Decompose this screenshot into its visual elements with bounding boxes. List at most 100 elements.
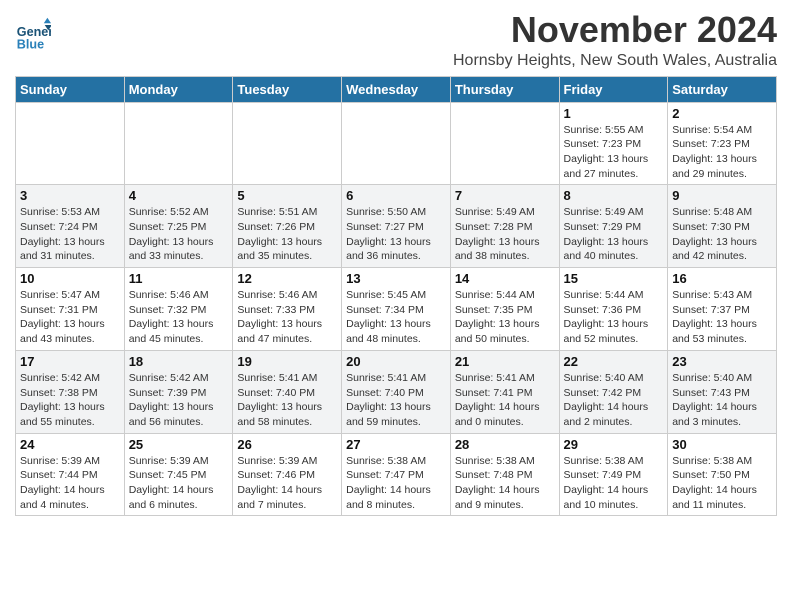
day-number: 12 bbox=[237, 271, 337, 286]
day-info: Sunrise: 5:49 AMSunset: 7:29 PMDaylight:… bbox=[564, 205, 664, 264]
day-number: 22 bbox=[564, 354, 664, 369]
day-number: 14 bbox=[455, 271, 555, 286]
day-info: Sunrise: 5:46 AMSunset: 7:32 PMDaylight:… bbox=[129, 288, 229, 347]
table-row bbox=[342, 102, 451, 185]
table-row: 15 Sunrise: 5:44 AMSunset: 7:36 PMDayligh… bbox=[559, 268, 668, 351]
table-row: 22 Sunrise: 5:40 AMSunset: 7:42 PMDayligh… bbox=[559, 350, 668, 433]
table-row: 8Sunrise: 5:49 AMSunset: 7:29 PMDaylight… bbox=[559, 185, 668, 268]
day-number: 30 bbox=[672, 437, 772, 452]
day-info: Sunrise: 5:55 AMSunset: 7:23 PMDaylight:… bbox=[564, 123, 664, 182]
week-row-1: 1 Sunrise: 5:55 AMSunset: 7:23 PMDaylight… bbox=[16, 102, 777, 185]
day-info: Sunrise: 5:53 AMSunset: 7:24 PMDaylight:… bbox=[20, 205, 120, 264]
table-row: 24 Sunrise: 5:39 AMSunset: 7:44 PMDayligh… bbox=[16, 433, 125, 516]
col-wednesday: Wednesday bbox=[342, 76, 451, 102]
day-number: 11 bbox=[129, 271, 229, 286]
table-row bbox=[233, 102, 342, 185]
day-number: 1 bbox=[564, 106, 664, 121]
table-row: 17Sunrise: 5:42 AMSunset: 7:38 PMDayligh… bbox=[16, 350, 125, 433]
day-info: Sunrise: 5:51 AMSunset: 7:26 PMDaylight:… bbox=[237, 205, 337, 264]
table-row: 14 Sunrise: 5:44 AMSunset: 7:35 PMDayligh… bbox=[450, 268, 559, 351]
table-row: 10 Sunrise: 5:47 AMSunset: 7:31 PMDayligh… bbox=[16, 268, 125, 351]
day-info: Sunrise: 5:38 AMSunset: 7:48 PMDaylight:… bbox=[455, 454, 555, 513]
col-friday: Friday bbox=[559, 76, 668, 102]
day-info: Sunrise: 5:47 AMSunset: 7:31 PMDaylight:… bbox=[20, 288, 120, 347]
page-header: General Blue November 2024 Hornsby Heigh… bbox=[15, 10, 777, 70]
table-row: 2Sunrise: 5:54 AMSunset: 7:23 PMDaylight… bbox=[668, 102, 777, 185]
week-row-2: 3 Sunrise: 5:53 AMSunset: 7:24 PMDaylight… bbox=[16, 185, 777, 268]
day-number: 25 bbox=[129, 437, 229, 452]
day-number: 16 bbox=[672, 271, 772, 286]
day-info: Sunrise: 5:44 AMSunset: 7:35 PMDaylight:… bbox=[455, 288, 555, 347]
week-row-4: 17Sunrise: 5:42 AMSunset: 7:38 PMDayligh… bbox=[16, 350, 777, 433]
table-row: 28 Sunrise: 5:38 AMSunset: 7:48 PMDayligh… bbox=[450, 433, 559, 516]
day-info: Sunrise: 5:42 AMSunset: 7:39 PMDaylight:… bbox=[129, 371, 229, 430]
table-row: 25 Sunrise: 5:39 AMSunset: 7:45 PMDayligh… bbox=[124, 433, 233, 516]
calendar-header-row: Sunday Monday Tuesday Wednesday Thursday… bbox=[16, 76, 777, 102]
table-row: 11 Sunrise: 5:46 AMSunset: 7:32 PMDayligh… bbox=[124, 268, 233, 351]
col-saturday: Saturday bbox=[668, 76, 777, 102]
day-info: Sunrise: 5:40 AMSunset: 7:43 PMDaylight:… bbox=[672, 371, 772, 430]
day-number: 29 bbox=[564, 437, 664, 452]
day-number: 21 bbox=[455, 354, 555, 369]
day-number: 5 bbox=[237, 188, 337, 203]
day-info: Sunrise: 5:44 AMSunset: 7:36 PMDaylight:… bbox=[564, 288, 664, 347]
svg-text:Blue: Blue bbox=[17, 37, 44, 51]
week-row-5: 24 Sunrise: 5:39 AMSunset: 7:44 PMDayligh… bbox=[16, 433, 777, 516]
table-row bbox=[124, 102, 233, 185]
title-area: November 2024 Hornsby Heights, New South… bbox=[453, 10, 777, 70]
day-number: 23 bbox=[672, 354, 772, 369]
col-monday: Monday bbox=[124, 76, 233, 102]
day-info: Sunrise: 5:41 AMSunset: 7:40 PMDaylight:… bbox=[237, 371, 337, 430]
day-number: 26 bbox=[237, 437, 337, 452]
day-info: Sunrise: 5:41 AMSunset: 7:41 PMDaylight:… bbox=[455, 371, 555, 430]
day-number: 15 bbox=[564, 271, 664, 286]
day-number: 10 bbox=[20, 271, 120, 286]
table-row: 7 Sunrise: 5:49 AMSunset: 7:28 PMDaylight… bbox=[450, 185, 559, 268]
day-info: Sunrise: 5:38 AMSunset: 7:49 PMDaylight:… bbox=[564, 454, 664, 513]
table-row: 9 Sunrise: 5:48 AMSunset: 7:30 PMDaylight… bbox=[668, 185, 777, 268]
day-info: Sunrise: 5:39 AMSunset: 7:44 PMDaylight:… bbox=[20, 454, 120, 513]
day-number: 9 bbox=[672, 188, 772, 203]
calendar-body: 1 Sunrise: 5:55 AMSunset: 7:23 PMDaylight… bbox=[16, 102, 777, 516]
table-row: 5 Sunrise: 5:51 AMSunset: 7:26 PMDaylight… bbox=[233, 185, 342, 268]
day-number: 3 bbox=[20, 188, 120, 203]
day-info: Sunrise: 5:40 AMSunset: 7:42 PMDaylight:… bbox=[564, 371, 664, 430]
table-row: 19Sunrise: 5:41 AMSunset: 7:40 PMDayligh… bbox=[233, 350, 342, 433]
day-info: Sunrise: 5:46 AMSunset: 7:33 PMDaylight:… bbox=[237, 288, 337, 347]
day-number: 27 bbox=[346, 437, 446, 452]
day-number: 7 bbox=[455, 188, 555, 203]
day-number: 4 bbox=[129, 188, 229, 203]
table-row: 20Sunrise: 5:41 AMSunset: 7:40 PMDayligh… bbox=[342, 350, 451, 433]
table-row: 6Sunrise: 5:50 AMSunset: 7:27 PMDaylight… bbox=[342, 185, 451, 268]
table-row: 18 Sunrise: 5:42 AMSunset: 7:39 PMDayligh… bbox=[124, 350, 233, 433]
col-tuesday: Tuesday bbox=[233, 76, 342, 102]
day-number: 28 bbox=[455, 437, 555, 452]
table-row: 16Sunrise: 5:43 AMSunset: 7:37 PMDayligh… bbox=[668, 268, 777, 351]
day-number: 17 bbox=[20, 354, 120, 369]
calendar-table: Sunday Monday Tuesday Wednesday Thursday… bbox=[15, 76, 777, 517]
table-row: 13Sunrise: 5:45 AMSunset: 7:34 PMDayligh… bbox=[342, 268, 451, 351]
day-info: Sunrise: 5:38 AMSunset: 7:47 PMDaylight:… bbox=[346, 454, 446, 513]
table-row: 26 Sunrise: 5:39 AMSunset: 7:46 PMDayligh… bbox=[233, 433, 342, 516]
day-number: 24 bbox=[20, 437, 120, 452]
day-info: Sunrise: 5:39 AMSunset: 7:45 PMDaylight:… bbox=[129, 454, 229, 513]
table-row: 1 Sunrise: 5:55 AMSunset: 7:23 PMDaylight… bbox=[559, 102, 668, 185]
day-number: 6 bbox=[346, 188, 446, 203]
day-info: Sunrise: 5:39 AMSunset: 7:46 PMDaylight:… bbox=[237, 454, 337, 513]
day-number: 18 bbox=[129, 354, 229, 369]
table-row bbox=[16, 102, 125, 185]
table-row: 30 Sunrise: 5:38 AMSunset: 7:50 PMDayligh… bbox=[668, 433, 777, 516]
week-row-3: 10 Sunrise: 5:47 AMSunset: 7:31 PMDayligh… bbox=[16, 268, 777, 351]
day-info: Sunrise: 5:54 AMSunset: 7:23 PMDaylight:… bbox=[672, 123, 772, 182]
table-row: 12 Sunrise: 5:46 AMSunset: 7:33 PMDayligh… bbox=[233, 268, 342, 351]
day-number: 20 bbox=[346, 354, 446, 369]
logo-icon: General Blue bbox=[15, 16, 51, 52]
day-info: Sunrise: 5:48 AMSunset: 7:30 PMDaylight:… bbox=[672, 205, 772, 264]
col-thursday: Thursday bbox=[450, 76, 559, 102]
col-sunday: Sunday bbox=[16, 76, 125, 102]
logo: General Blue bbox=[15, 16, 51, 52]
month-title: November 2024 bbox=[453, 10, 777, 50]
day-info: Sunrise: 5:38 AMSunset: 7:50 PMDaylight:… bbox=[672, 454, 772, 513]
day-info: Sunrise: 5:49 AMSunset: 7:28 PMDaylight:… bbox=[455, 205, 555, 264]
location-subtitle: Hornsby Heights, New South Wales, Austra… bbox=[453, 52, 777, 70]
